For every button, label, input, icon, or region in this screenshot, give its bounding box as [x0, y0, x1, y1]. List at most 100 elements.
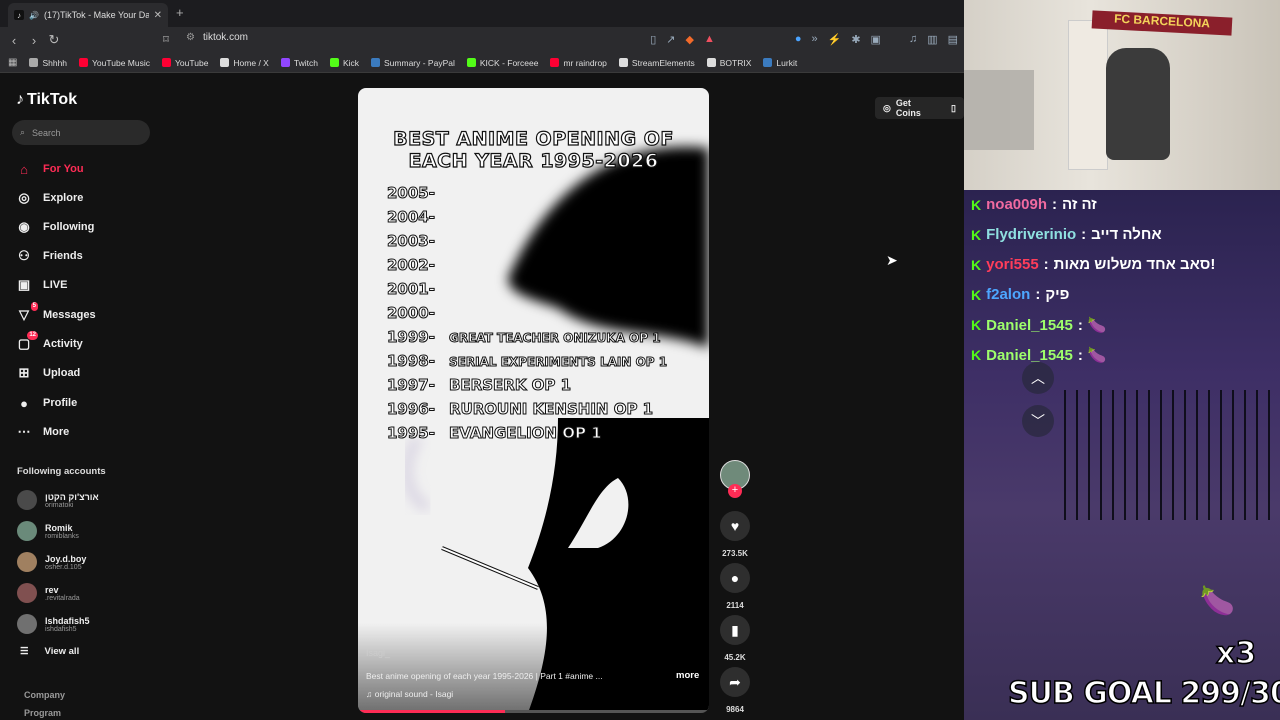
speaker-icon: 🔊: [29, 10, 39, 20]
bookmark-label: Home / X: [233, 57, 269, 68]
bookmark-item[interactable]: Twitch: [280, 58, 318, 68]
chat-text: זה זה: [1061, 196, 1097, 213]
account-name: Ishdafish5: [45, 615, 90, 626]
save-button[interactable]: ▮ 45.2K: [718, 615, 752, 662]
sidebar-item-messages[interactable]: ▽ 5 Messages: [16, 302, 161, 326]
reload-icon[interactable]: ↻: [44, 32, 64, 48]
bookmark-icon[interactable]: ⌑: [156, 33, 176, 46]
video-progress-bar[interactable]: [358, 710, 709, 713]
following-account[interactable]: אורצ'וק הקטן orimatoki: [17, 488, 157, 512]
sidebar-item-friends[interactable]: ⚇ Friends: [16, 245, 161, 267]
account-text: Ishdafish5 ishdafish5: [45, 616, 90, 633]
bookmark-item[interactable]: StreamElements: [618, 58, 695, 68]
video-gradient: [358, 623, 709, 713]
bookmark-item[interactable]: Lurkit: [763, 58, 797, 68]
get-coins-button[interactable]: ◎ Get Coins ▯: [875, 97, 964, 119]
search-input[interactable]: ⌕ Search: [12, 120, 150, 145]
like-button[interactable]: ♥ 273.5K: [718, 511, 752, 558]
video-sound[interactable]: ♫ original sound - Isagi: [366, 689, 453, 699]
year-row: 2002-: [387, 256, 436, 275]
comment-button[interactable]: ● 2114: [718, 563, 752, 610]
brave-shield-icon[interactable]: ◆: [685, 33, 693, 46]
new-tab-icon[interactable]: +: [176, 5, 184, 20]
sidebar-item-activity[interactable]: ▢ 12 Activity: [16, 331, 161, 355]
share-arrow-icon: ➦: [720, 667, 750, 697]
sidebar-item-upload[interactable]: ⊞ Upload: [16, 362, 161, 384]
close-tab-icon[interactable]: ✕: [154, 10, 162, 21]
follow-plus-icon[interactable]: +: [728, 484, 742, 498]
footer-program-link[interactable]: Program: [24, 708, 61, 718]
chat-scroll-down-button[interactable]: ﹀: [1022, 405, 1054, 437]
chat-separator: :: [1051, 196, 1057, 213]
sidebar-item-more[interactable]: ⋯ More: [16, 421, 161, 443]
account-handle: romiblanks: [45, 532, 79, 540]
video-description: Best anime opening of each year 1995-202…: [366, 671, 603, 681]
rewards-icon[interactable]: ▲: [704, 33, 715, 46]
account-text: rev .revitalrada: [45, 585, 80, 602]
sidebar-icon[interactable]: ▥: [927, 33, 937, 46]
extension-icon[interactable]: ⚡: [828, 33, 842, 46]
sidebar-item-explore[interactable]: ◎ Explore: [16, 187, 161, 209]
chat-username: Daniel_1545: [986, 346, 1073, 364]
chat-scroll-up-button[interactable]: ︿: [1022, 362, 1054, 394]
chat-username: Flydriverinio: [986, 226, 1077, 243]
apps-icon[interactable]: ▦: [8, 57, 17, 68]
music-note-icon: ♫: [366, 689, 375, 699]
creator-avatar[interactable]: +: [718, 460, 752, 498]
url-field[interactable]: tiktok.com: [203, 32, 248, 43]
year-row: 2005-: [387, 184, 436, 203]
site-info-icon[interactable]: ⚙: [186, 32, 195, 43]
chat-message: Knoa009h: זה זה: [971, 196, 1097, 213]
sidebar-item-live[interactable]: ▣ LIVE: [16, 274, 161, 296]
account-handle: orimatoki: [45, 501, 74, 509]
following-account[interactable]: Joy.d.boy osher.d.105: [17, 550, 157, 574]
sidebar-item-following[interactable]: ◉ Following: [16, 216, 161, 238]
more-button[interactable]: more: [676, 670, 699, 681]
bookmark-item[interactable]: Shhhh: [29, 58, 67, 68]
reader-icon[interactable]: ▯: [650, 33, 656, 46]
view-all-button[interactable]: ☰ View all: [20, 646, 79, 657]
account-handle: ishdafish5: [45, 625, 77, 633]
bookmark-favicon-icon: [220, 58, 230, 67]
sidebar-item-label: LIVE: [43, 279, 68, 291]
tab-bar: ♪ 🔊 (17)TikTok - Make Your Day ✕ +: [0, 0, 964, 27]
following-account[interactable]: Ishdafish5 ishdafish5: [17, 612, 157, 636]
footer-company-link[interactable]: Company: [24, 690, 65, 700]
tiktok-logo[interactable]: ♪ TikTok: [16, 91, 77, 109]
following-account[interactable]: rev .revitalrada: [17, 581, 157, 605]
bookmark-item[interactable]: YouTube: [162, 58, 208, 68]
bookmark-item[interactable]: KICK - Forceee: [466, 58, 538, 68]
sidebar-item-label: Explore: [43, 192, 84, 204]
year-row: 2001-: [387, 280, 436, 299]
bookmark-label: Summary - PayPal: [384, 57, 455, 68]
bookmark-label: Kick: [342, 57, 360, 68]
sidebar-item-for-you[interactable]: ⌂ For You: [16, 158, 161, 180]
video-player[interactable]: BEST ANIME OPENING OF EACH YEAR 1995-202…: [358, 88, 709, 713]
video-author[interactable]: Isagi_: [366, 648, 390, 658]
bookmark-item[interactable]: Home / X: [220, 57, 269, 68]
kick-icon: K: [971, 226, 982, 243]
window-icon[interactable]: ▣: [871, 33, 881, 46]
kick-icon: K: [971, 286, 982, 303]
bookmark-item[interactable]: YouTube Music: [79, 58, 150, 68]
browser-tab[interactable]: ♪ 🔊 (17)TikTok - Make Your Day ✕: [8, 3, 168, 27]
bookmarks-bar: ▦ Shhhh YouTube Music YouTube Home / X Twitc…: [0, 53, 964, 73]
forward-icon[interactable]: ›: [24, 33, 44, 48]
bookmark-item[interactable]: Kick: [329, 57, 360, 68]
bookmark-item[interactable]: mr raindrop: [550, 58, 607, 68]
extension-icon[interactable]: »: [811, 33, 817, 46]
video-title-overlay: BEST ANIME OPENING OF EACH YEAR 1995-202…: [358, 127, 709, 172]
share-icon[interactable]: ↗: [666, 33, 675, 46]
back-icon[interactable]: ‹: [4, 33, 24, 48]
following-account[interactable]: Romik romiblanks: [17, 519, 157, 543]
bookmark-item[interactable]: BOTRIX: [706, 58, 751, 68]
puzzle-icon[interactable]: ✱: [851, 33, 860, 46]
media-icon[interactable]: ♫: [909, 33, 917, 46]
wallet-icon[interactable]: ▤: [948, 33, 958, 46]
extension-icon[interactable]: ●: [795, 33, 802, 46]
sidebar-item-profile[interactable]: ● Profile: [16, 392, 161, 414]
year-label: 1999-: [387, 328, 436, 347]
share-button[interactable]: ➦ 9864: [718, 667, 752, 714]
chat-text: פיק: [1045, 286, 1070, 303]
bookmark-item[interactable]: Summary - PayPal: [371, 58, 455, 68]
